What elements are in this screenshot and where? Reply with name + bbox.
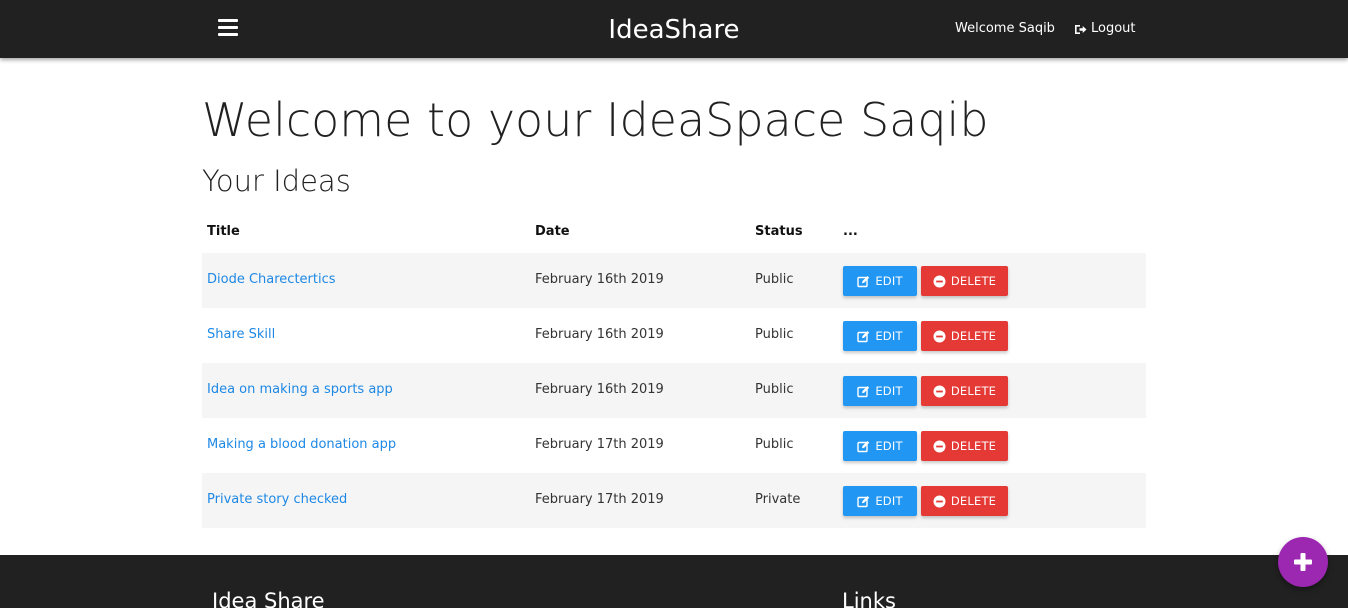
logout-label: Logout (1091, 21, 1136, 36)
minus-circle-icon (933, 385, 946, 397)
edit-label: EDIT (875, 494, 903, 508)
idea-title-link[interactable]: Share Skill (207, 327, 275, 342)
minus-circle-icon (933, 495, 946, 507)
delete-button[interactable]: DELETE (921, 321, 1008, 351)
hamburger-icon[interactable] (218, 19, 238, 37)
idea-title-link[interactable]: Diode Charectertics (207, 272, 336, 287)
idea-status: Private (755, 492, 801, 507)
plus-icon (1294, 553, 1312, 571)
welcome-user-link[interactable]: Welcome Saqib (955, 20, 1055, 38)
edit-icon (857, 275, 870, 287)
idea-status: Public (755, 382, 794, 397)
delete-label: DELETE (950, 384, 997, 398)
header-date: Date (535, 224, 570, 239)
page-footer: Idea Share Links (0, 555, 1348, 608)
edit-label: EDIT (875, 274, 903, 288)
footer-links-heading: Links (842, 589, 896, 608)
delete-button[interactable]: DELETE (921, 376, 1008, 406)
idea-status: Public (755, 437, 794, 452)
idea-date: February 17th 2019 (535, 437, 664, 452)
table-row: Idea on making a sports app February 16t… (202, 363, 1146, 418)
edit-label: EDIT (875, 329, 903, 343)
delete-label: DELETE (950, 329, 997, 343)
edit-icon (857, 385, 870, 397)
table-row: Private story checked February 17th 2019… (202, 473, 1146, 528)
edit-label: EDIT (875, 384, 903, 398)
delete-label: DELETE (950, 274, 997, 288)
table-row: Making a blood donation app February 17t… (202, 418, 1146, 473)
add-idea-button[interactable] (1278, 537, 1328, 587)
idea-date: February 16th 2019 (535, 382, 664, 397)
ideas-table: Title Date Status ... Diode Charectertic… (202, 212, 1146, 528)
idea-title-link[interactable]: Making a blood donation app (207, 437, 396, 452)
minus-circle-icon (933, 330, 946, 342)
delete-label: DELETE (950, 439, 997, 453)
idea-date: February 17th 2019 (535, 492, 664, 507)
edit-label: EDIT (875, 439, 903, 453)
sign-out-icon (1075, 24, 1087, 34)
edit-icon (857, 440, 870, 452)
header-title: Title (207, 224, 240, 239)
edit-button[interactable]: EDIT (843, 321, 917, 351)
edit-button[interactable]: EDIT (843, 266, 917, 296)
section-title: Your Ideas (202, 164, 351, 198)
delete-button[interactable]: DELETE (921, 486, 1008, 516)
idea-title-link[interactable]: Private story checked (207, 492, 347, 507)
minus-circle-icon (933, 275, 946, 287)
idea-date: February 16th 2019 (535, 272, 664, 287)
footer-title: Idea Share (212, 589, 325, 608)
brand-logo[interactable]: IdeaShare (608, 15, 739, 45)
idea-title-link[interactable]: Idea on making a sports app (207, 382, 393, 397)
table-row: Diode Charectertics February 16th 2019 P… (202, 253, 1146, 308)
edit-button[interactable]: EDIT (843, 376, 917, 406)
logout-link[interactable]: Logout (1074, 20, 1136, 38)
edit-icon (857, 495, 870, 507)
idea-date: February 16th 2019 (535, 327, 664, 342)
brand-container: IdeaShare (0, 14, 1348, 46)
delete-button[interactable]: DELETE (921, 266, 1008, 296)
table-header: Title Date Status ... (202, 212, 1146, 253)
delete-label: DELETE (950, 494, 997, 508)
edit-icon (857, 330, 870, 342)
idea-status: Public (755, 272, 794, 287)
page-title: Welcome to your IdeaSpace Saqib (202, 93, 989, 147)
edit-button[interactable]: EDIT (843, 431, 917, 461)
minus-circle-icon (933, 440, 946, 452)
edit-button[interactable]: EDIT (843, 486, 917, 516)
delete-button[interactable]: DELETE (921, 431, 1008, 461)
header-actions: ... (843, 224, 858, 239)
idea-status: Public (755, 327, 794, 342)
table-row: Share Skill February 16th 2019 Public ED… (202, 308, 1146, 363)
top-navbar: IdeaShare Welcome Saqib Logout (0, 0, 1348, 58)
header-status: Status (755, 224, 803, 239)
